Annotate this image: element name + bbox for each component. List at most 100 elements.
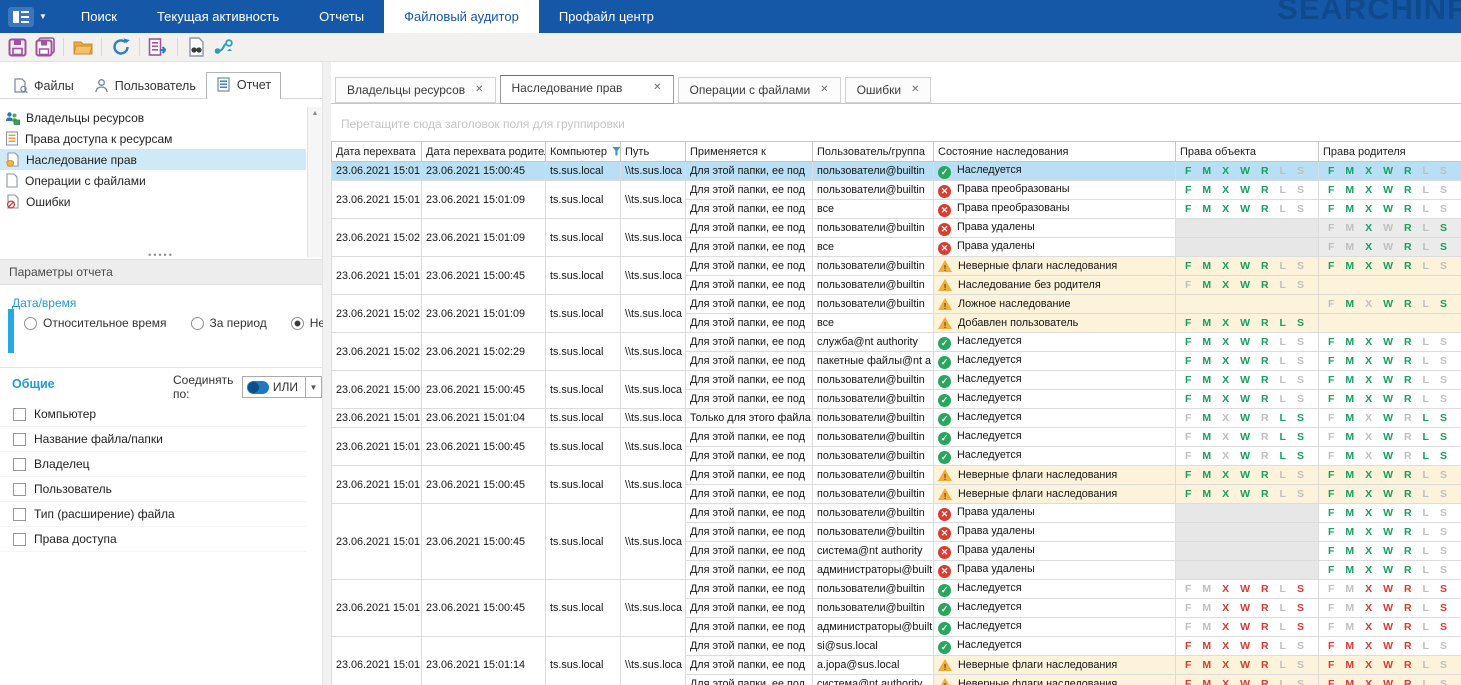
cell-path[interactable]: \\ts.sus.loca <box>620 180 686 219</box>
app-menu-button[interactable]: ▼ <box>0 0 61 33</box>
cell-object-rights[interactable]: FMXWRLS <box>1175 275 1319 295</box>
cell-inheritance-state[interactable]: ✓ Наследуется <box>933 332 1176 352</box>
cell-inheritance-state[interactable]: ✕ Права удалены <box>933 541 1176 561</box>
cell-user-group[interactable]: пользователи@builtin <box>812 465 934 485</box>
cell-computer[interactable]: ts.sus.local <box>545 636 621 685</box>
tree-item-errors[interactable]: Ошибки <box>0 191 306 212</box>
cell-object-rights[interactable]: FMXWRLS <box>1175 465 1319 485</box>
cell-parent-rights[interactable]: FMXWRLS <box>1318 180 1461 200</box>
col-header-computer[interactable]: Компьютер <box>545 141 621 162</box>
cell-object-rights[interactable] <box>1175 560 1319 580</box>
cell-object-rights[interactable]: FMXWRLS <box>1175 332 1319 352</box>
datetime-section-heading[interactable]: Дата/время <box>12 296 76 310</box>
cell-parent-rights[interactable]: FMXWRLS <box>1318 636 1461 656</box>
cell-capture-date[interactable]: 23.06.2021 15:01 <box>331 579 422 637</box>
cell-parent-rights[interactable]: FMXWRLS <box>1318 256 1461 276</box>
cell-user-group[interactable]: si@sus.local <box>812 636 934 656</box>
cell-applies-to[interactable]: Для этой папки, ее под <box>685 541 813 561</box>
cell-parent-rights[interactable]: FMXWRLS <box>1318 465 1461 485</box>
cell-applies-to[interactable]: Для этой папки, ее под <box>685 161 813 181</box>
cell-path[interactable]: \\ts.sus.loca <box>620 256 686 295</box>
cell-path[interactable]: \\ts.sus.loca <box>620 427 686 466</box>
cell-applies-to[interactable]: Для этой папки, ее под <box>685 427 813 447</box>
menu-item-file-auditor[interactable]: Файловый аудитор <box>384 0 539 33</box>
table-row[interactable]: 23.06.2021 15:01 23.06.2021 15:01:04 ts.su… <box>331 408 1461 428</box>
cell-user-group[interactable]: пользователи@builtin <box>812 408 934 428</box>
doc-tab-resource-owners[interactable]: Владельцы ресурсов ✕ <box>335 77 496 103</box>
cell-applies-to[interactable]: Для этой папки, ее под <box>685 617 813 637</box>
table-row[interactable]: 23.06.2021 15:01 23.06.2021 15:00:45 ts.su… <box>331 256 1461 295</box>
general-section-heading[interactable]: Общие <box>12 377 55 391</box>
cell-parent-rights[interactable]: FMXWRLS <box>1318 161 1461 181</box>
cell-parent-rights[interactable]: FMXWRLS <box>1318 674 1461 685</box>
cell-inheritance-state[interactable]: ! Неверные флаги наследования <box>933 674 1176 685</box>
table-row[interactable]: 23.06.2021 15:01 23.06.2021 15:00:45 ts.su… <box>331 465 1461 504</box>
cell-inheritance-state[interactable]: ! Ложное наследование <box>933 294 1176 314</box>
cell-parent-date[interactable]: 23.06.2021 15:00:45 <box>421 256 546 295</box>
cell-user-group[interactable]: пользователи@builtin <box>812 579 934 599</box>
menu-item-search[interactable]: Поиск <box>61 0 137 33</box>
cell-computer[interactable]: ts.sus.local <box>545 256 621 295</box>
cell-parent-rights[interactable]: FMXWRLS <box>1318 218 1461 238</box>
doc-tab-errors[interactable]: Ошибки ✕ <box>844 77 932 103</box>
cell-capture-date[interactable]: 23.06.2021 15:02 <box>331 294 422 333</box>
table-row[interactable]: 23.06.2021 15:02 23.06.2021 15:02:29 ts.su… <box>331 332 1461 371</box>
cell-user-group[interactable]: a.jopa@sus.local <box>812 655 934 675</box>
tab-files[interactable]: Файлы <box>3 73 84 98</box>
tree-item-inheritance[interactable]: Наследование прав <box>0 149 306 170</box>
cell-parent-rights[interactable]: FMXWRLS <box>1318 522 1461 542</box>
menu-item-profile-center[interactable]: Профайл центр <box>539 0 674 33</box>
cell-computer[interactable]: ts.sus.local <box>545 370 621 409</box>
tab-user[interactable]: Пользователь <box>84 73 206 98</box>
cell-computer[interactable]: ts.sus.local <box>545 408 621 428</box>
cell-applies-to[interactable]: Для этой папки, ее под <box>685 636 813 656</box>
cell-inheritance-state[interactable]: ✕ Права преобразованы <box>933 199 1176 219</box>
table-row[interactable]: 23.06.2021 15:00 23.06.2021 15:00:45 ts.su… <box>331 370 1461 409</box>
cell-parent-date[interactable]: 23.06.2021 15:01:09 <box>421 218 546 257</box>
doc-tab-file-operations[interactable]: Операции с файлами ✕ <box>677 77 841 103</box>
cell-applies-to[interactable]: Для этой папки, ее под <box>685 370 813 390</box>
cell-object-rights[interactable]: FMXWRLS <box>1175 427 1319 447</box>
cell-parent-rights[interactable]: FMXWRLS <box>1318 294 1461 314</box>
checkbox-access-rights[interactable]: Права доступа <box>0 527 306 552</box>
cell-object-rights[interactable]: FMXWRLS <box>1175 446 1319 466</box>
cell-path[interactable]: \\ts.sus.loca <box>620 218 686 257</box>
col-header-parent-date[interactable]: Дата перехвата родител <box>421 141 546 162</box>
cell-inheritance-state[interactable]: ✕ Права преобразованы <box>933 180 1176 200</box>
cell-parent-date[interactable]: 23.06.2021 15:00:45 <box>421 465 546 504</box>
cell-parent-rights[interactable]: FMXWRLS <box>1318 541 1461 561</box>
cell-parent-rights[interactable]: FMXWRLS <box>1318 503 1461 523</box>
cell-user-group[interactable]: пользователи@builtin <box>812 522 934 542</box>
col-header-applies-to[interactable]: Применяется к <box>685 141 813 162</box>
cell-applies-to[interactable]: Для этой папки, ее под <box>685 294 813 314</box>
cell-capture-date[interactable]: 23.06.2021 15:01 <box>331 161 422 181</box>
cell-inheritance-state[interactable]: ✕ Права удалены <box>933 237 1176 257</box>
save-all-button[interactable] <box>31 35 58 59</box>
checkbox-owner[interactable]: Владелец <box>0 452 306 477</box>
cell-user-group[interactable]: пользователи@builtin <box>812 294 934 314</box>
cell-path[interactable]: \\ts.sus.loca <box>620 161 686 181</box>
cell-path[interactable]: \\ts.sus.loca <box>620 636 686 685</box>
table-row[interactable]: 23.06.2021 15:01 23.06.2021 15:01:09 ts.su… <box>331 180 1461 219</box>
cell-computer[interactable]: ts.sus.local <box>545 465 621 504</box>
cell-inheritance-state[interactable]: ✓ Наследуется <box>933 446 1176 466</box>
cell-applies-to[interactable]: Для этой папки, ее под <box>685 218 813 238</box>
cell-object-rights[interactable]: FMXWRLS <box>1175 389 1319 409</box>
close-icon[interactable]: ✕ <box>475 85 483 95</box>
cell-user-group[interactable]: пользователи@builtin <box>812 256 934 276</box>
cell-capture-date[interactable]: 23.06.2021 15:01 <box>331 408 422 428</box>
cell-applies-to[interactable]: Для этой папки, ее под <box>685 446 813 466</box>
cell-parent-rights[interactable]: FMXWRLS <box>1318 332 1461 352</box>
cell-object-rights[interactable]: FMXWRLS <box>1175 617 1319 637</box>
tree-item-resource-owners[interactable]: Владельцы ресурсов <box>0 107 306 128</box>
close-icon[interactable]: ✕ <box>820 85 828 95</box>
cell-object-rights[interactable]: FMXWRLS <box>1175 256 1319 276</box>
cell-user-group[interactable]: пользователи@builtin <box>812 218 934 238</box>
cell-path[interactable]: \\ts.sus.loca <box>620 294 686 333</box>
cell-object-rights[interactable] <box>1175 294 1319 314</box>
cell-applies-to[interactable]: Для этой папки, ее под <box>685 275 813 295</box>
cell-applies-to[interactable]: Для этой папки, ее под <box>685 560 813 580</box>
close-icon[interactable]: ✕ <box>653 83 661 93</box>
table-row[interactable]: 23.06.2021 15:01 23.06.2021 15:00:45 ts.su… <box>331 427 1461 466</box>
cell-object-rights[interactable]: FMXWRLS <box>1175 180 1319 200</box>
